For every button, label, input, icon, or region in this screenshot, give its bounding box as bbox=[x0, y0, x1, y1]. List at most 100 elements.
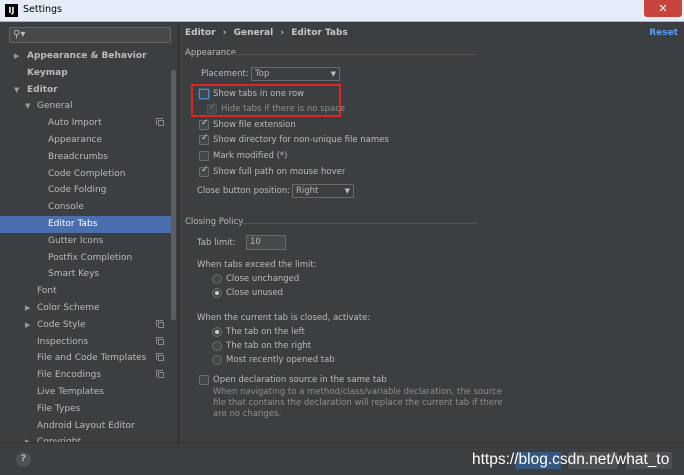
sidebar-item-smart-keys[interactable]: Smart Keys bbox=[0, 266, 176, 283]
sidebar-item-code-style[interactable]: ▶ Code Style bbox=[0, 317, 176, 334]
close-button-position-dropdown[interactable]: Right ▼ bbox=[292, 184, 354, 198]
sidebar-item-editor[interactable]: ▼ Editor bbox=[0, 82, 176, 99]
sidebar-item-color-scheme[interactable]: ▶ Color Scheme bbox=[0, 300, 176, 317]
sidebar-item-code-completion[interactable]: Code Completion bbox=[0, 166, 176, 183]
tab-left-radio[interactable] bbox=[212, 327, 222, 337]
sidebar-item-editor-tabs[interactable]: Editor Tabs bbox=[0, 216, 176, 233]
mark-modified-label: Mark modified (*) bbox=[213, 151, 288, 161]
intellij-app-icon: IJ bbox=[5, 4, 18, 17]
sidebar-item-label: Auto Import bbox=[48, 118, 102, 129]
breadcrumb-editor-tabs: Editor Tabs bbox=[291, 28, 348, 38]
open-declaration-description: file that contains the declaration will … bbox=[213, 398, 503, 408]
exceed-limit-label: When tabs exceed the limit: bbox=[197, 260, 317, 270]
help-button[interactable]: ? bbox=[16, 452, 31, 467]
section-divider bbox=[232, 54, 477, 55]
sidebar-item-live-templates[interactable]: Live Templates bbox=[0, 384, 176, 401]
show-directory-checkbox[interactable] bbox=[199, 133, 209, 145]
open-declaration-description: When navigating to a method/class/variab… bbox=[213, 387, 502, 397]
chevron-down-icon: ▼ bbox=[344, 187, 350, 195]
sidebar-item-postfix-completion[interactable]: Postfix Completion bbox=[0, 250, 176, 267]
tab-right-radio[interactable] bbox=[212, 341, 222, 351]
close-button-position-label: Close button position: bbox=[197, 186, 291, 196]
project-scope-icon bbox=[156, 370, 164, 379]
open-declaration-label: Open declaration source in the same tab bbox=[213, 375, 387, 385]
chevron-right-icon[interactable]: ▶ bbox=[25, 317, 30, 334]
sidebar-item-label: Font bbox=[37, 286, 57, 297]
sidebar-item-label: File Encodings bbox=[37, 370, 102, 381]
close-unused-label: Close unused bbox=[226, 288, 284, 298]
sidebar-item-label: Code Folding bbox=[48, 185, 107, 196]
show-file-extension-checkbox[interactable] bbox=[199, 118, 209, 130]
sidebar-item-file-encodings[interactable]: File Encodings bbox=[0, 367, 176, 384]
appearance-section-title: Appearance bbox=[185, 48, 237, 58]
close-unchanged-radio[interactable] bbox=[212, 274, 222, 284]
close-button-position-value: Right bbox=[296, 186, 319, 196]
show-full-path-label: Show full path on mouse hover bbox=[213, 167, 346, 177]
sidebar-item-breadcrumbs[interactable]: Breadcrumbs bbox=[0, 149, 176, 166]
most-recent-label: Most recently opened tab bbox=[226, 355, 335, 365]
section-divider bbox=[238, 223, 477, 224]
sidebar-item-label: Color Scheme bbox=[37, 303, 100, 313]
close-unused-radio[interactable] bbox=[212, 288, 222, 298]
sidebar-item-label: Gutter Icons bbox=[48, 235, 104, 246]
sidebar-item-label: Code Completion bbox=[48, 168, 126, 179]
close-window-button[interactable]: ✕ bbox=[644, 0, 682, 17]
sidebar-item-label: Keymap bbox=[27, 67, 68, 78]
dialog-footer: ? https://blog.csdn.net/what_to bbox=[0, 442, 684, 475]
chevron-right-icon[interactable]: ▶ bbox=[14, 48, 19, 65]
hide-tabs-no-space-label: Hide tabs if there is no space bbox=[221, 104, 346, 114]
reset-link[interactable]: Reset bbox=[649, 28, 678, 38]
placement-label: Placement: bbox=[201, 69, 249, 79]
breadcrumb-separator: › bbox=[222, 28, 227, 38]
chevron-right-icon[interactable]: ▶ bbox=[25, 434, 30, 442]
show-full-path-checkbox[interactable] bbox=[199, 165, 209, 177]
sidebar-item-android-layout-editor[interactable]: Android Layout Editor bbox=[0, 418, 176, 435]
sidebar-item-general[interactable]: ▼ General bbox=[0, 98, 176, 115]
tab-left-label: The tab on the left bbox=[226, 327, 305, 337]
placement-value: Top bbox=[255, 69, 270, 79]
sidebar-item-console[interactable]: Console bbox=[0, 199, 176, 216]
window-title: Settings bbox=[23, 4, 62, 15]
tab-limit-input[interactable]: 10 bbox=[246, 235, 286, 250]
tab-limit-label: Tab limit: bbox=[197, 238, 236, 248]
sidebar-item-file-and-code-templates[interactable]: File and Code Templates bbox=[0, 350, 176, 367]
open-declaration-checkbox[interactable] bbox=[199, 375, 209, 385]
chevron-down-icon: ▼ bbox=[330, 70, 336, 78]
breadcrumb: Editor › General › Editor Tabs bbox=[185, 28, 352, 38]
breadcrumb-editor[interactable]: Editor bbox=[185, 28, 216, 38]
settings-search-input[interactable]: ⚲▾ bbox=[9, 27, 171, 43]
project-scope-icon bbox=[156, 353, 164, 362]
mark-modified-checkbox[interactable] bbox=[199, 151, 209, 161]
sidebar-scrollbar[interactable] bbox=[171, 70, 176, 320]
sidebar-item-label: Editor bbox=[27, 84, 58, 95]
sidebar-item-file-types[interactable]: File Types bbox=[0, 401, 176, 418]
sidebar-item-label: Copyright bbox=[37, 434, 81, 442]
sidebar-item-gutter-icons[interactable]: Gutter Icons bbox=[0, 233, 176, 250]
editor-tabs-panel: Editor › General › Editor Tabs Reset App… bbox=[180, 22, 684, 442]
hide-tabs-no-space-checkbox[interactable] bbox=[207, 102, 217, 114]
breadcrumb-general[interactable]: General bbox=[234, 28, 274, 38]
sidebar-item-appearance-behavior[interactable]: ▶ Appearance & Behavior bbox=[0, 48, 176, 65]
sidebar-item-inspections[interactable]: Inspections bbox=[0, 334, 176, 351]
most-recent-radio[interactable] bbox=[212, 355, 222, 365]
sidebar-item-copyright[interactable]: ▶ Copyright bbox=[0, 434, 176, 442]
project-scope-icon bbox=[156, 319, 164, 328]
sidebar-item-appearance[interactable]: Appearance bbox=[0, 132, 176, 149]
show-directory-label: Show directory for non-unique file names bbox=[213, 135, 389, 145]
placement-dropdown[interactable]: Top ▼ bbox=[251, 67, 340, 81]
chevron-down-icon[interactable]: ▼ bbox=[25, 98, 30, 115]
sidebar-item-keymap[interactable]: Keymap bbox=[0, 65, 176, 82]
closing-policy-section-title: Closing Policy bbox=[185, 217, 244, 227]
tab-right-label: The tab on the right bbox=[226, 341, 312, 351]
project-scope-icon bbox=[156, 118, 164, 127]
sidebar-item-font[interactable]: Font bbox=[0, 283, 176, 300]
sidebar-item-label: File Types bbox=[37, 403, 81, 414]
sidebar-item-auto-import[interactable]: Auto Import bbox=[0, 115, 176, 132]
sidebar-item-label: General bbox=[37, 101, 73, 112]
chevron-right-icon[interactable]: ▶ bbox=[25, 300, 30, 317]
sidebar-item-label: Console bbox=[48, 202, 84, 213]
open-declaration-description: are no changes. bbox=[213, 409, 282, 419]
chevron-down-icon[interactable]: ▼ bbox=[14, 82, 19, 99]
sidebar-item-code-folding[interactable]: Code Folding bbox=[0, 182, 176, 199]
show-tabs-one-row-checkbox[interactable] bbox=[199, 89, 209, 99]
